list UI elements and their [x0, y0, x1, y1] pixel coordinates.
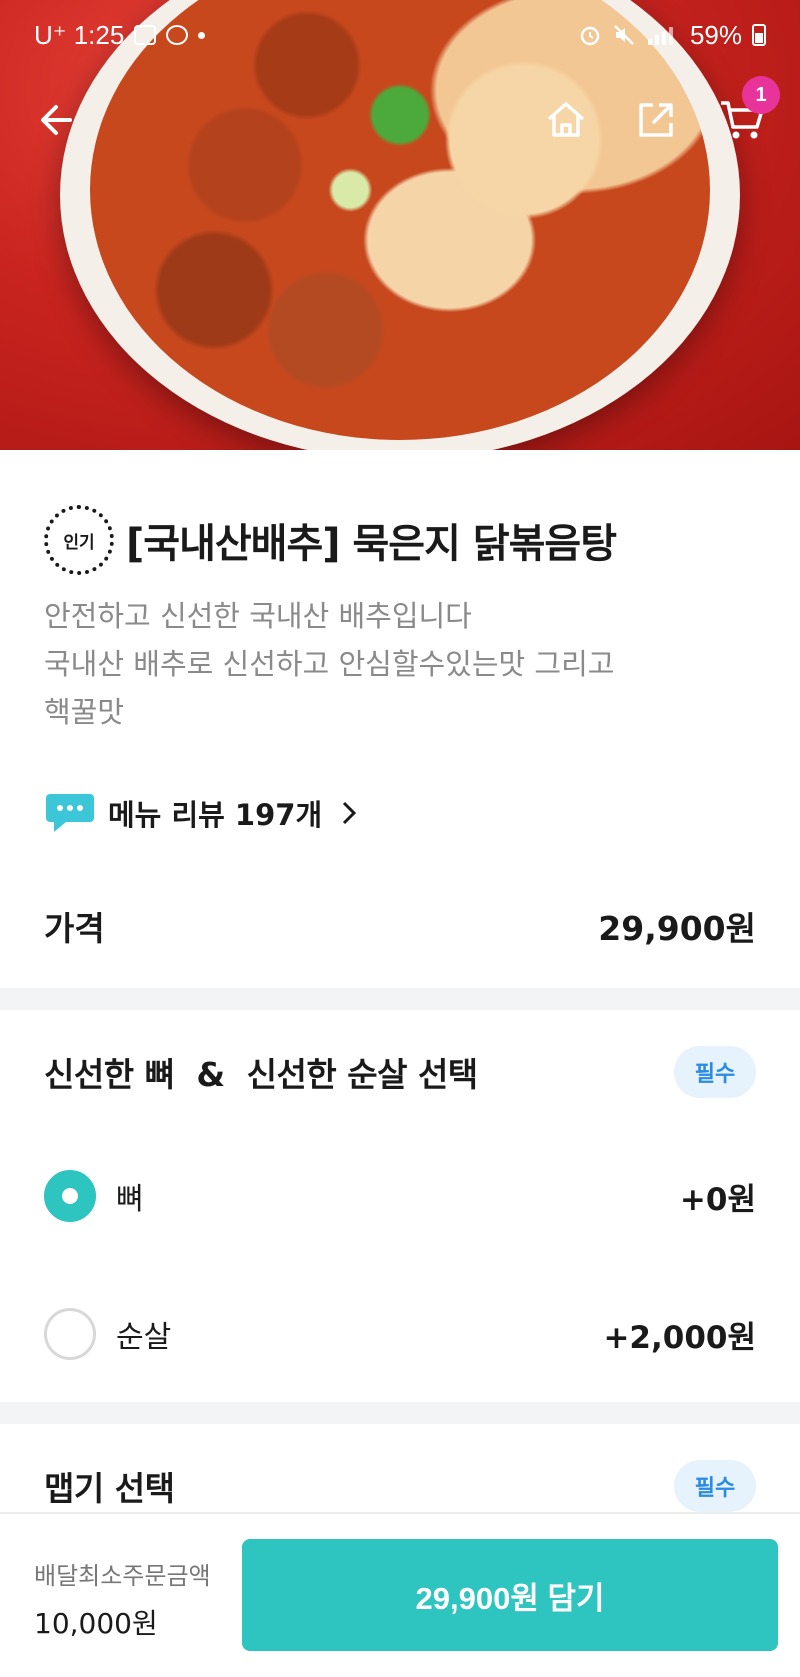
status-bar: U⁺ 1:25 59% — [34, 18, 766, 52]
menu-description: 안전하고 신선한 국내산 배추입니다 국내산 배추로 신선하고 안심할수있는맛 … — [44, 592, 744, 736]
back-button[interactable] — [26, 90, 86, 150]
arrow-left-icon — [41, 105, 72, 135]
mute-icon — [614, 25, 634, 45]
top-navigation: 1 — [0, 76, 800, 158]
popular-badge: 인기 — [44, 505, 114, 575]
bone-option-header: 신선한 뼈 & 신선한 순살 선택 필수 — [44, 1046, 756, 1098]
share-icon — [639, 103, 673, 137]
chevron-right-icon — [343, 801, 357, 825]
menu-title: [국내산배추] 묵은지 닭볶음탕 — [126, 521, 617, 567]
menu-title-row: 인기 [국내산배추] 묵은지 닭볶음탕 — [44, 505, 617, 575]
menu-review-link[interactable]: 메뉴 리뷰 197개 — [44, 790, 358, 836]
option-price: +2,000원 — [603, 1319, 756, 1356]
alarm-icon — [580, 26, 600, 46]
option-row-boneless[interactable]: 순살 +2,000원 — [44, 1308, 756, 1360]
review-count-label: 메뉴 리뷰 197개 — [108, 798, 323, 832]
price-label: 가격 — [44, 909, 105, 948]
home-button[interactable] — [536, 90, 596, 150]
home-icon — [547, 102, 585, 137]
message-notification-icon — [166, 25, 189, 45]
price-value: 29,900원 — [598, 909, 756, 948]
min-order-label: 배달최소주문금액 — [34, 1562, 211, 1590]
menu-description-line: 핵꿀맛 — [44, 695, 125, 729]
share-button[interactable] — [626, 90, 686, 150]
signal-5g-icon — [647, 27, 673, 45]
price-row: 가격 29,900원 — [44, 902, 756, 950]
menu-hero-image: U⁺ 1:25 59% 1 — [0, 0, 800, 450]
battery-icon — [752, 24, 766, 46]
radio-button-selected[interactable] — [44, 1170, 96, 1222]
cart-count-badge: 1 — [742, 76, 780, 114]
option-row-bone[interactable]: 뼈 +0원 — [44, 1170, 756, 1222]
section-title: 맵기 선택 — [44, 1469, 175, 1508]
status-carrier-time: U⁺ 1:25 — [34, 19, 125, 50]
option-label: 순살 — [116, 1320, 172, 1355]
required-badge: 필수 — [674, 1046, 756, 1098]
battery-percent: 59% — [689, 19, 742, 50]
required-badge: 필수 — [674, 1460, 756, 1512]
add-to-cart-button[interactable]: 29,900원 담기 — [242, 1539, 778, 1651]
section-title: 신선한 뼈 & 신선한 순살 선택 — [44, 1055, 478, 1094]
cart-button[interactable]: 1 — [712, 76, 780, 150]
spice-option-header: 맵기 선택 필수 — [44, 1460, 756, 1512]
radio-button[interactable] — [44, 1308, 96, 1360]
option-label: 뼈 — [116, 1182, 144, 1217]
option-price: +0원 — [679, 1181, 756, 1218]
menu-description-line: 안전하고 신선한 국내산 배추입니다 — [44, 599, 472, 633]
more-notifications-icon — [198, 31, 206, 39]
menu-description-line: 국내산 배추로 신선하고 안심할수있는맛 그리고 — [44, 647, 615, 681]
min-order-value: 10,000원 — [34, 1607, 158, 1640]
bottom-order-bar: 배달최소주문금액 10,000원 29,900원 담기 — [0, 1512, 800, 1677]
gallery-notification-icon — [134, 25, 157, 45]
speech-bubble-icon — [46, 794, 94, 832]
